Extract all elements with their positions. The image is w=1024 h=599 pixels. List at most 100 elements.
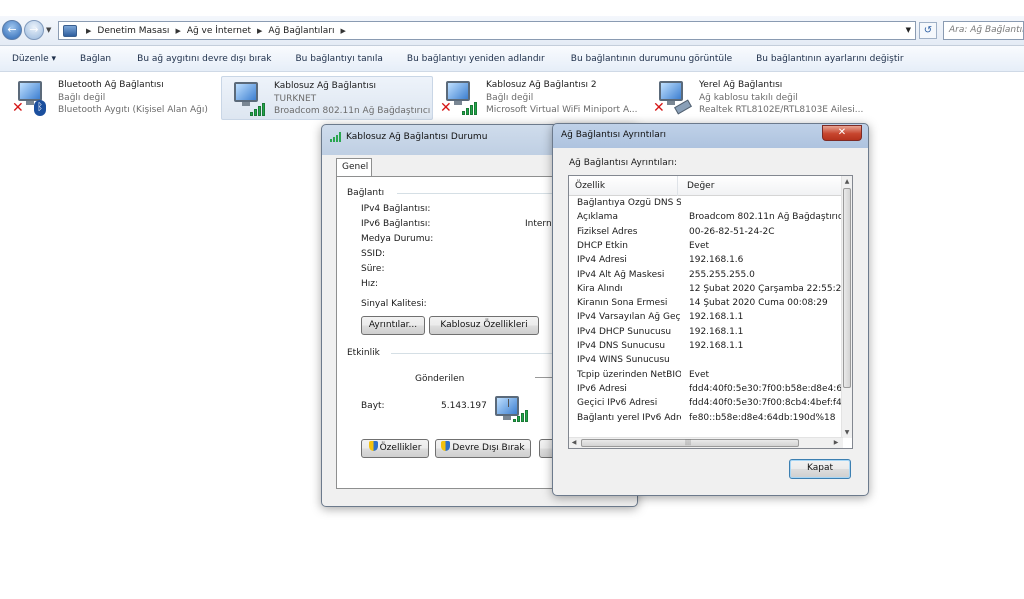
activity-group-label: Etkinlik [347, 348, 380, 358]
properties-button-label: Özellikler [379, 443, 422, 453]
control-panel-icon [63, 24, 77, 37]
connection-wireless[interactable]: Kablosuz Ağ Bağlantısı TURKNET Broadcom … [221, 76, 433, 120]
details-list[interactable]: Özellik Değer Bağlantıya Özgü DNS S... Aç… [568, 175, 853, 449]
scroll-left-icon[interactable]: ◀ [569, 438, 579, 448]
breadcrumb[interactable]: ▶ Denetim Masası ▶ Ağ ve İnternet ▶ Ağ B… [58, 21, 916, 40]
connection-wireless-2[interactable]: ✕ Kablosuz Ağ Bağlantısı 2 Bağlı değil M… [434, 76, 646, 120]
table-row[interactable]: Açıklama Broadcom 802.11n Ağ Bağdaştırıcı [569, 212, 843, 226]
tab-general[interactable]: Genel [336, 158, 372, 177]
disconnected-x-icon: ✕ [440, 100, 452, 116]
scroll-down-icon[interactable]: ▼ [842, 427, 852, 438]
ethernet-network-icon: ✕ [653, 79, 693, 117]
connection-status: TURKNET [274, 94, 317, 104]
details-button[interactable]: Ayrıntılar... [361, 316, 425, 335]
address-dropdown-icon[interactable]: ▼ [906, 26, 911, 34]
connection-device: Broadcom 802.11n Ağ Bağdaştırıcı [274, 106, 431, 116]
properties-button[interactable]: Özellikler [361, 439, 429, 458]
signal-bars-icon [250, 102, 266, 116]
view-status-button[interactable]: Bu bağlantının durumunu görüntüle [555, 54, 742, 64]
diagnose-button[interactable]: Bu bağlantıyı tanıla [282, 54, 393, 64]
row-property: IPv4 DHCP Sunucusu [577, 326, 672, 337]
horizontal-scrollbar[interactable]: ◀ ||| ▶ [569, 437, 843, 448]
connection-device: Bluetooth Aygıtı (Kişisel Alan Ağı) [58, 105, 208, 115]
table-row[interactable]: Kiranın Sona Ermesi 14 Şubat 2020 Cuma 00… [569, 298, 843, 312]
table-row[interactable]: IPv4 WINS Sunucusu [569, 355, 843, 369]
table-row[interactable]: IPv4 Adresi 192.168.1.6 [569, 255, 843, 269]
chevron-right-icon[interactable]: ▶ [86, 27, 91, 35]
breadcrumb-network-connections[interactable]: Ağ Bağlantıları [268, 26, 334, 36]
disable-device-button[interactable]: Bu ağ aygıtını devre dışı bırak [121, 54, 281, 64]
row-property: IPv6 Adresi [577, 383, 627, 394]
column-header-value[interactable]: Değer [687, 181, 714, 191]
table-row[interactable]: Bağlantı yerel IPv6 Adresi fe80::b58e:d8e… [569, 413, 843, 427]
wireless-network-icon: ✕ [440, 79, 480, 117]
close-icon[interactable]: ✕ [822, 125, 862, 141]
bluetooth-network-icon: ✕ ᛒ [12, 79, 52, 117]
ipv4-connectivity-label: IPv4 Bağlantısı: [361, 204, 431, 214]
column-header-property[interactable]: Özellik [575, 181, 605, 191]
table-row[interactable]: IPv6 Adresi fdd4:40f0:5e30:7f00:b58e:d8e4… [569, 384, 843, 398]
wireless-network-icon [228, 80, 268, 118]
column-divider[interactable] [677, 176, 678, 196]
table-row[interactable]: Tcpip üzerinden NetBIO... Evet [569, 370, 843, 384]
rename-button[interactable]: Bu bağlantıyı yeniden adlandır [393, 54, 555, 64]
breadcrumb-network-internet[interactable]: Ağ ve İnternet [187, 26, 251, 36]
row-property: Geçici IPv6 Adresi [577, 398, 658, 409]
connection-device: Microsoft Virtual WiFi Miniport A... [486, 105, 638, 115]
search-input[interactable]: Ara: Ağ Bağlantıları [943, 21, 1024, 40]
network-cable-icon [674, 99, 692, 115]
vertical-scrollbar[interactable]: ▲ ▼ [841, 176, 852, 438]
network-connections-window: ← → ▼ ▶ Denetim Masası ▶ Ağ ve İnternet … [0, 0, 1024, 599]
scroll-thumb[interactable] [843, 188, 851, 388]
uac-shield-icon [441, 441, 451, 451]
refresh-button[interactable]: ↺ [919, 22, 937, 39]
row-value: fdd4:40f0:5e30:7f00:b58e:d8e4:64db [689, 383, 843, 394]
change-settings-button[interactable]: Bu bağlantının ayarlarını değiştir [742, 54, 913, 64]
table-row[interactable]: IPv4 Varsayılan Ağ Geçidi 192.168.1.1 [569, 312, 843, 326]
connection-local-area[interactable]: ✕ Yerel Ağ Bağlantısı Ağ kablosu takılı … [647, 76, 863, 120]
table-row[interactable]: DHCP Etkin Evet [569, 241, 843, 255]
row-value: 192.168.1.1 [689, 312, 744, 323]
connection-group-label: Bağlantı [347, 188, 385, 198]
row-value: 00-26-82-51-24-2C [689, 226, 775, 237]
row-property: IPv4 Varsayılan Ağ Geçidi [577, 312, 681, 323]
uac-shield-icon [368, 441, 378, 451]
table-row[interactable]: Bağlantıya Özgü DNS S... [569, 198, 843, 212]
chevron-right-icon[interactable]: ▶ [341, 27, 346, 35]
breadcrumb-control-panel[interactable]: Denetim Masası [97, 26, 169, 36]
chevron-right-icon[interactable]: ▶ [257, 27, 262, 35]
dialog-body: Ağ Bağlantısı Ayrıntıları: Özellik Değer… [559, 148, 862, 490]
disable-button[interactable]: Devre Dışı Bırak [435, 439, 531, 458]
table-row[interactable]: Kira Alındı 12 Şubat 2020 Çarşamba 22:55:… [569, 284, 843, 298]
connection-status: Ağ kablosu takılı değil [699, 93, 798, 103]
forward-button[interactable]: → [24, 20, 44, 40]
connection-name: Kablosuz Ağ Bağlantısı 2 [486, 80, 597, 90]
table-row[interactable]: Geçici IPv6 Adresi fdd4:40f0:5e30:7f00:8c… [569, 398, 843, 412]
dialog-title: Kablosuz Ağ Bağlantısı Durumu [346, 132, 488, 142]
connection-status: Bağlı değil [58, 93, 106, 103]
connection-name: Yerel Ağ Bağlantısı [699, 80, 783, 90]
row-value: 255.255.255.0 [689, 269, 755, 280]
close-button[interactable]: Kapat [789, 459, 851, 479]
scroll-up-icon[interactable]: ▲ [842, 176, 852, 187]
connection-bluetooth[interactable]: ✕ ᛒ Bluetooth Ağ Bağlantısı Bağlı değil B… [6, 76, 216, 120]
row-value: 192.168.1.1 [689, 326, 744, 337]
organize-menu[interactable]: Düzenle ▾ [0, 54, 66, 64]
row-value: fe80::b58e:d8e4:64db:190d%18 [689, 412, 836, 423]
recent-pages-dropdown[interactable]: ▼ [46, 26, 51, 34]
chevron-right-icon[interactable]: ▶ [175, 27, 180, 35]
table-row[interactable]: IPv4 DNS Sunucusu 192.168.1.1 [569, 341, 843, 355]
back-button[interactable]: ← [2, 20, 22, 40]
row-value: 12 Şubat 2020 Çarşamba 22:55:23 [689, 283, 843, 294]
disconnected-x-icon: ✕ [12, 100, 24, 116]
wireless-properties-button[interactable]: Kablosuz Özellikleri [429, 316, 539, 335]
table-row[interactable]: Fiziksel Adres 00-26-82-51-24-2C [569, 227, 843, 241]
connection-details-dialog: Ağ Bağlantısı Ayrıntıları ✕ Ağ Bağlantıs… [552, 123, 869, 496]
row-value: 14 Şubat 2020 Cuma 00:08:29 [689, 298, 828, 309]
details-caption: Ağ Bağlantısı Ayrıntıları: [569, 158, 677, 168]
bluetooth-icon: ᛒ [34, 100, 46, 116]
connect-button[interactable]: Bağlan [66, 54, 121, 64]
table-row[interactable]: IPv4 Alt Ağ Maskesi 255.255.255.0 [569, 270, 843, 284]
table-row[interactable]: IPv4 DHCP Sunucusu 192.168.1.1 [569, 327, 843, 341]
scroll-right-icon[interactable]: ▶ [831, 438, 841, 448]
